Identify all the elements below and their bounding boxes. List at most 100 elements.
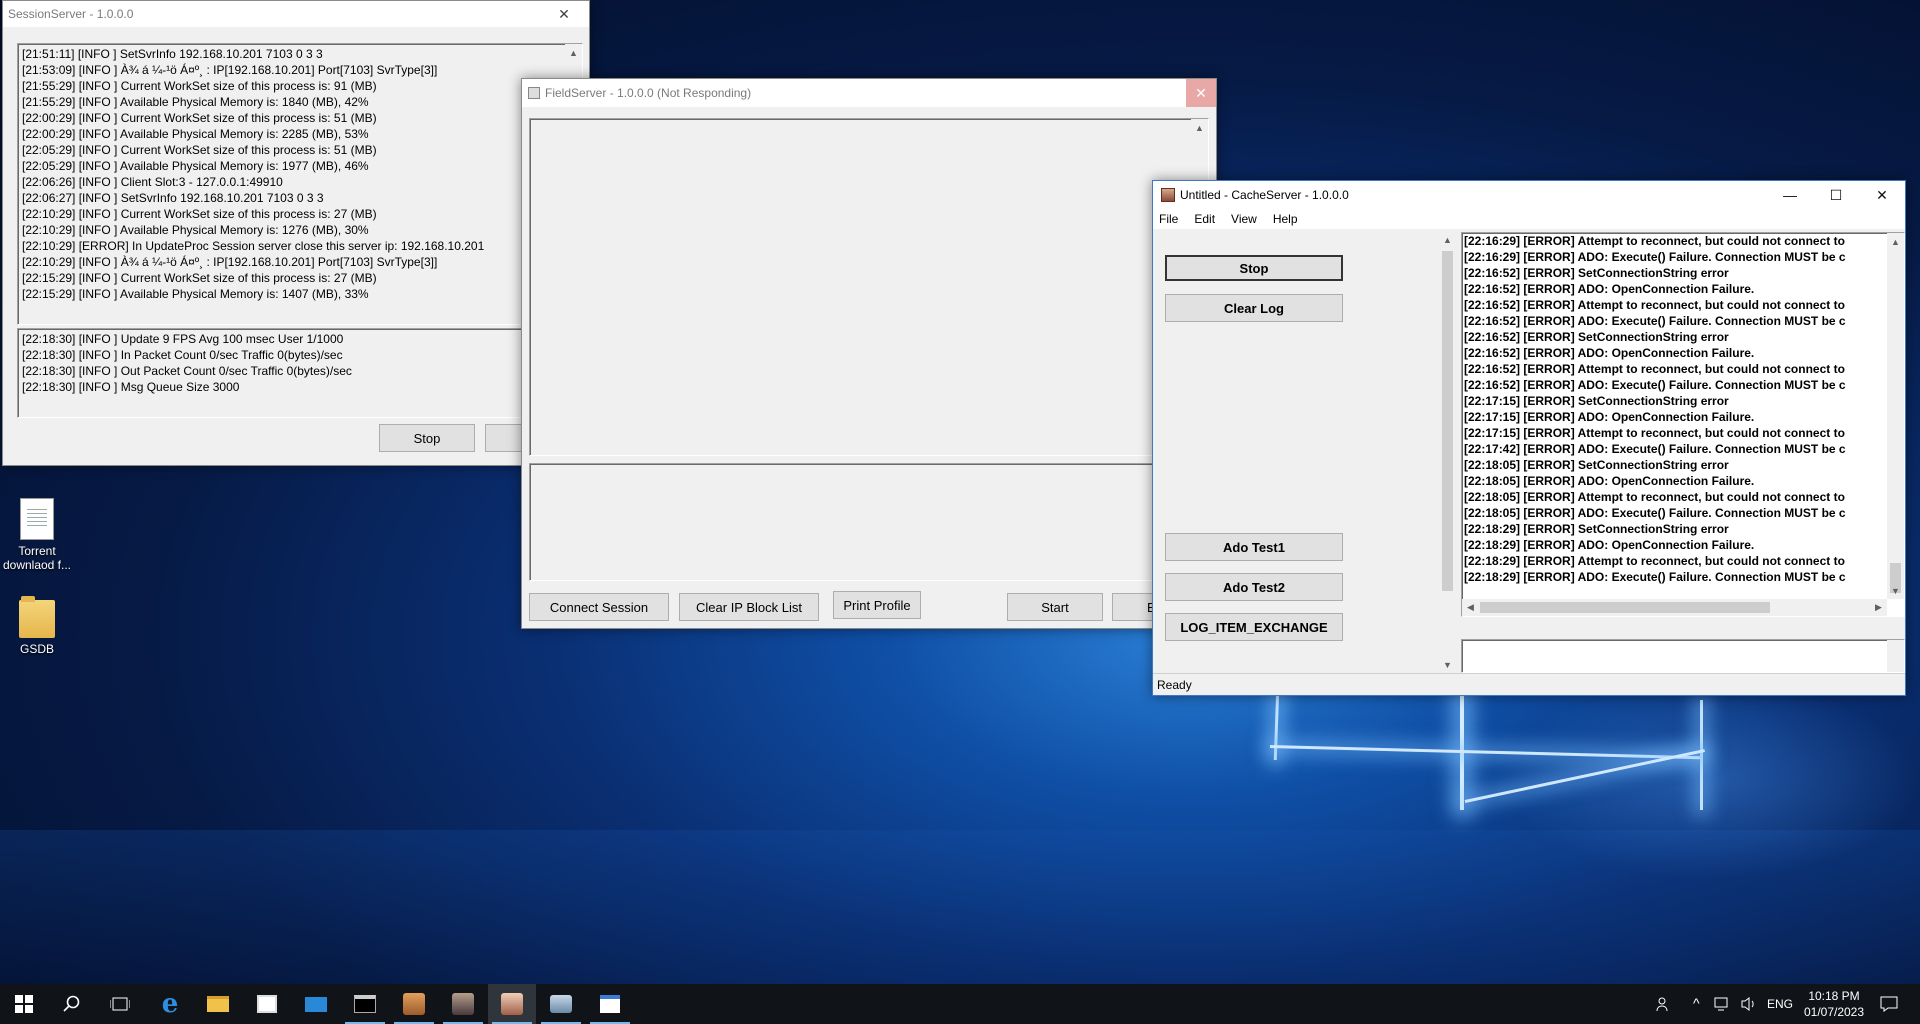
log-line: [22:17:15] [ERROR] SetConnectionString e… [1464, 394, 1729, 408]
status-text: Ready [1157, 677, 1192, 692]
network-icon[interactable] [1714, 996, 1732, 1015]
maximize-icon[interactable]: ☐ [1813, 181, 1859, 209]
log-line: [22:16:52] [ERROR] SetConnectionString e… [1464, 330, 1729, 344]
start-button[interactable]: Start [1007, 593, 1103, 621]
log-line: [21:53:09] [INFO ] À¾ á ¼-¹ö Á¤º¸ : IP[1… [22, 63, 438, 77]
log-line: [22:05:29] [INFO ] Available Physical Me… [22, 159, 369, 173]
log-line: [22:17:42] [ERROR] ADO: Execute() Failur… [1464, 442, 1846, 456]
session-server-window: SessionServer - 1.0.0.0 ✕ [21:51:11] [IN… [2, 0, 590, 466]
close-icon[interactable]: ✕ [541, 0, 587, 28]
log-line: [22:06:27] [INFO ] SetSvrInfo 192.168.10… [22, 191, 324, 205]
vertical-scrollbar[interactable] [1887, 640, 1904, 672]
store-icon[interactable] [243, 984, 291, 1024]
menu-view[interactable]: View [1231, 212, 1257, 226]
search-icon[interactable] [48, 984, 96, 1024]
command-input[interactable] [1461, 639, 1905, 673]
log-line: [22:18:29] [ERROR] SetConnectionString e… [1464, 522, 1729, 536]
log-line: [22:18:29] [ERROR] Attempt to reconnect,… [1464, 554, 1845, 568]
field-server-taskbar-icon[interactable] [537, 984, 585, 1024]
stop-button[interactable]: Stop [1165, 255, 1343, 281]
log-line: [22:15:29] [INFO ] Current WorkSet size … [22, 271, 377, 285]
log-line: [22:00:29] [INFO ] Available Physical Me… [22, 127, 369, 141]
menu-bar: File Edit View Help [1153, 209, 1905, 229]
menu-help[interactable]: Help [1273, 212, 1298, 226]
scroll-up-icon[interactable]: ▲ [1439, 231, 1456, 248]
menu-edit[interactable]: Edit [1194, 212, 1215, 226]
mail-icon[interactable] [292, 984, 340, 1024]
log-line: [21:55:29] [INFO ] Current WorkSet size … [22, 79, 377, 93]
scroll-up-icon[interactable]: ▲ [1191, 119, 1208, 136]
status-line: [22:18:30] [INFO ] Out Packet Count 0/se… [22, 364, 352, 378]
ado-test1-button[interactable]: Ado Test1 [1165, 533, 1343, 561]
notepad-taskbar-icon[interactable] [586, 984, 634, 1024]
log-line: [22:16:52] [ERROR] ADO: Execute() Failur… [1464, 314, 1846, 328]
log-line: [22:17:15] [ERROR] ADO: OpenConnection F… [1464, 410, 1755, 424]
desktop-icon-label: downlaod f... [2, 558, 72, 572]
menu-file[interactable]: File [1159, 212, 1178, 226]
log-line: [22:18:05] [ERROR] SetConnectionString e… [1464, 458, 1729, 472]
connect-session-button[interactable]: Connect Session [529, 593, 669, 621]
log-line: [21:55:29] [INFO ] Available Physical Me… [22, 95, 369, 109]
field-server-window: FieldServer - 1.0.0.0 (Not Responding) ✕… [521, 78, 1217, 629]
log-item-exchange-button[interactable]: LOG_ITEM_EXCHANGE [1165, 613, 1343, 641]
scroll-down-icon[interactable]: ▼ [1439, 656, 1456, 673]
volume-icon[interactable] [1740, 996, 1758, 1015]
cache-server-taskbar-icon[interactable] [488, 984, 536, 1024]
clear-ip-block-list-button[interactable]: Clear IP Block List [679, 593, 819, 621]
window-title: SessionServer - 1.0.0.0 [8, 7, 134, 21]
notification-icon[interactable] [1880, 996, 1898, 1015]
terminal-icon[interactable] [341, 984, 389, 1024]
log-line: [22:00:29] [INFO ] Current WorkSet size … [22, 111, 377, 125]
log-line: [22:16:29] [ERROR] ADO: Execute() Failur… [1464, 250, 1846, 264]
minimize-icon[interactable]: — [1767, 181, 1813, 209]
app-sheep-icon[interactable] [390, 984, 438, 1024]
edge-browser-icon[interactable]: e [146, 984, 194, 1024]
folder-icon [19, 596, 55, 638]
scroll-thumb[interactable] [1442, 251, 1453, 591]
log-line: [22:16:29] [ERROR] Attempt to reconnect,… [1464, 234, 1845, 248]
desktop-icon-torrent[interactable]: Torrent downlaod f... [0, 498, 77, 572]
log-line: [22:10:29] [ERROR] In UpdateProc Session… [22, 239, 485, 253]
cache-log[interactable]: [22:16:29] [ERROR] Attempt to reconnect,… [1461, 232, 1905, 617]
title-bar: SessionServer - 1.0.0.0 [3, 1, 589, 27]
vertical-scrollbar[interactable]: ▲ ▼ [1439, 231, 1456, 673]
status-line: [22:18:30] [INFO ] In Packet Count 0/sec… [22, 348, 343, 362]
vertical-scrollbar[interactable]: ▲ ▼ [1887, 233, 1904, 599]
task-view-icon[interactable] [96, 984, 144, 1024]
scroll-down-icon[interactable]: ▼ [1887, 582, 1904, 599]
window-title: Untitled - CacheServer - 1.0.0.0 [1180, 188, 1349, 202]
clock[interactable]: 10:18 PM 01/07/2023 [1802, 988, 1866, 1020]
clear-log-button[interactable]: Clear Log [1165, 294, 1343, 322]
scroll-up-icon[interactable]: ▲ [565, 44, 582, 61]
session-server-taskbar-icon[interactable] [439, 984, 487, 1024]
desktop-icon-gsdb[interactable]: GSDB [0, 596, 77, 656]
scroll-right-icon[interactable]: ▶ [1870, 599, 1887, 616]
log-line: [22:10:29] [INFO ] À¾ á ¼-¹ö Á¤º¸ : IP[1… [22, 255, 438, 269]
scroll-left-icon[interactable]: ◀ [1462, 599, 1479, 616]
start-button[interactable] [0, 984, 48, 1024]
log-line: [22:15:29] [INFO ] Available Physical Me… [22, 287, 369, 301]
light-beam [1273, 690, 1280, 760]
window-title: FieldServer - 1.0.0.0 (Not Responding) [545, 86, 752, 100]
field-status-log[interactable] [529, 463, 1209, 581]
language-indicator[interactable]: ENG [1767, 997, 1793, 1011]
people-icon[interactable] [1656, 996, 1672, 1015]
session-status-log[interactable]: [22:18:30] [INFO ] Update 9 FPS Avg 100 … [17, 328, 583, 418]
scroll-up-icon[interactable]: ▲ [1887, 233, 1904, 250]
print-profile-button[interactable]: Print Profile [833, 591, 921, 619]
scroll-thumb[interactable] [1480, 602, 1770, 613]
log-line: [22:18:29] [ERROR] ADO: Execute() Failur… [1464, 570, 1846, 584]
stop-button[interactable]: Stop [379, 424, 475, 452]
log-line: [22:16:52] [ERROR] Attempt to reconnect,… [1464, 362, 1845, 376]
horizontal-scrollbar[interactable]: ◀ ▶ [1462, 599, 1887, 616]
close-icon[interactable]: ✕ [1859, 181, 1905, 209]
file-explorer-icon[interactable] [194, 984, 242, 1024]
session-log[interactable]: [21:51:11] [INFO ] SetSvrInfo 192.168.10… [17, 43, 583, 325]
chevron-up-icon[interactable]: ^ [1693, 995, 1700, 1011]
status-line: [22:18:30] [INFO ] Update 9 FPS Avg 100 … [22, 332, 344, 346]
taskbar: e ^ ENG 10:18 PM 01/07/2023 [0, 984, 1920, 1024]
log-line: [22:16:52] [ERROR] Attempt to reconnect,… [1464, 298, 1845, 312]
ado-test2-button[interactable]: Ado Test2 [1165, 573, 1343, 601]
close-icon[interactable]: ✕ [1186, 79, 1216, 107]
field-log[interactable]: ▲ [529, 118, 1209, 456]
